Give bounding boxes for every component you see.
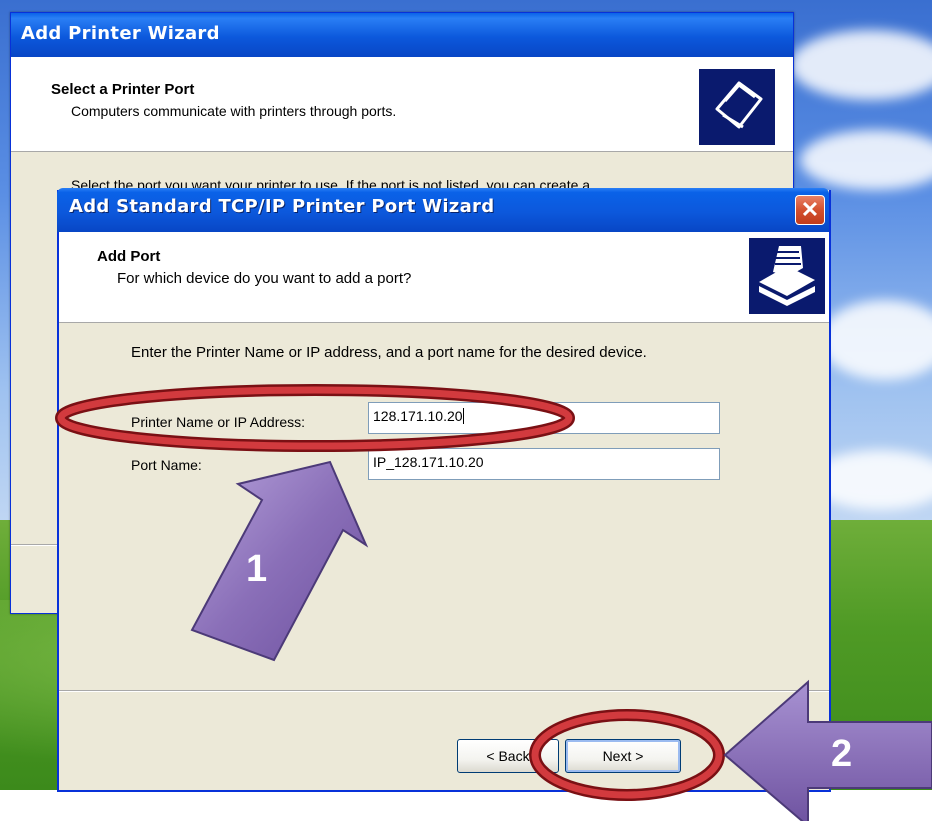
arrow-step-1 [190, 460, 369, 662]
annotation-overlay [55, 384, 932, 821]
step-2-label: 2 [831, 733, 853, 775]
highlight-ellipse-next [529, 709, 725, 801]
step-1-label: 1 [246, 548, 268, 590]
highlight-ellipse-ip [55, 384, 575, 452]
arrow-step-2 [723, 679, 932, 821]
